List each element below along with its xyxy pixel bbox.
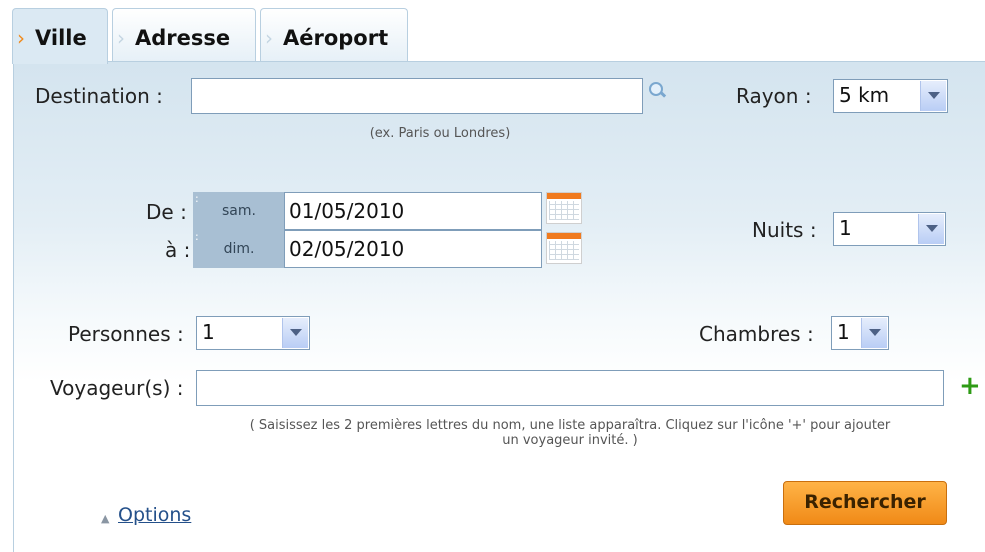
personnes-select[interactable]: 1: [196, 316, 310, 350]
triangle-up-icon[interactable]: ▲: [101, 512, 109, 525]
tab-ville[interactable]: › Ville: [12, 8, 108, 64]
personnes-value: 1: [202, 320, 215, 344]
chambres-select[interactable]: 1: [831, 316, 889, 350]
voyageurs-hint-line1: ( Saisissez les 2 premières lettres du n…: [249, 418, 891, 433]
calendar-icon[interactable]: [546, 232, 582, 264]
tab-label: Adresse: [135, 26, 231, 50]
nuits-label: Nuits :: [752, 218, 817, 242]
de-day-badge: : sam.: [193, 192, 285, 230]
a-date-input[interactable]: 02/05/2010: [284, 230, 542, 268]
nuits-value: 1: [839, 216, 852, 240]
voyageurs-input[interactable]: [196, 370, 944, 406]
a-day-badge: : dim.: [193, 230, 285, 268]
tab-adresse[interactable]: › Adresse: [112, 8, 256, 62]
tab-label: Ville: [35, 26, 87, 50]
rayon-select[interactable]: 5 km: [833, 79, 948, 113]
rayon-label: Rayon :: [736, 84, 812, 108]
tab-aeroport[interactable]: › Aéroport: [260, 8, 408, 62]
tab-chevron-icon: ›: [117, 26, 125, 50]
search-icon[interactable]: [649, 82, 667, 98]
a-day: dim.: [223, 241, 255, 257]
chevron-down-icon[interactable]: [282, 318, 308, 348]
chevron-down-icon[interactable]: [920, 81, 946, 111]
a-label: à :: [165, 238, 191, 262]
chevron-down-icon[interactable]: [861, 318, 887, 348]
calendar-icon[interactable]: [546, 192, 582, 224]
de-label: De :: [146, 200, 187, 224]
destination-hint: (ex. Paris ou Londres): [369, 126, 511, 141]
chambres-value: 1: [837, 320, 850, 344]
tab-label: Aéroport: [283, 26, 389, 50]
de-date-input[interactable]: 01/05/2010: [284, 192, 542, 230]
rayon-value: 5 km: [839, 83, 890, 107]
chambres-label: Chambres :: [699, 322, 814, 346]
options-link[interactable]: Options: [118, 504, 191, 526]
add-traveler-icon[interactable]: +: [959, 373, 981, 399]
voyageurs-label: Voyageur(s) :: [50, 376, 184, 400]
personnes-label: Personnes :: [68, 322, 184, 346]
tab-chevron-icon: ›: [265, 26, 273, 50]
destination-input[interactable]: [191, 78, 643, 114]
destination-label: Destination :: [35, 84, 163, 108]
tab-chevron-icon: ›: [17, 26, 25, 50]
search-button[interactable]: Rechercher: [783, 481, 947, 525]
nuits-select[interactable]: 1: [833, 212, 946, 246]
chevron-down-icon[interactable]: [918, 214, 944, 244]
voyageurs-hint-line2: un voyageur invité. ): [502, 433, 638, 448]
de-day: sam.: [222, 203, 256, 219]
tab-bar: › Ville › Adresse › Aéroport: [0, 0, 985, 64]
